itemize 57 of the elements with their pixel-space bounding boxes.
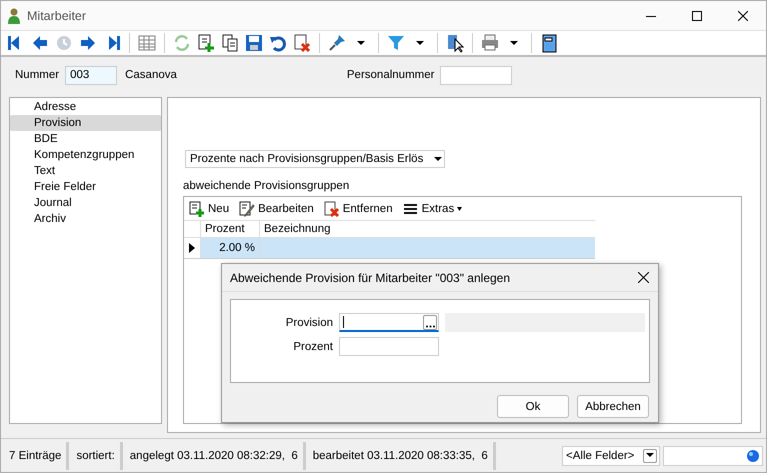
sidebar-item[interactable]: BDE — [10, 131, 161, 147]
sidebar-item[interactable]: Archiv — [10, 211, 161, 227]
save-icon[interactable] — [244, 33, 264, 53]
row-pointer-icon — [189, 243, 195, 253]
globe-icon[interactable] — [746, 448, 760, 462]
mode-dropdown[interactable]: Prozente nach Provisionsgruppen/Basis Erlös — [185, 150, 445, 168]
new-record-icon[interactable] — [196, 33, 216, 53]
table-cell: 2.00 % — [201, 238, 260, 258]
status-text: bearbeitet 03.11.2020 08:33:35, 6 — [308, 442, 496, 470]
dropdown-arrow-icon — [434, 156, 442, 162]
maximize-icon — [692, 10, 702, 20]
new-button[interactable]: Neu — [189, 200, 230, 216]
dialog-title: Abweichende Provision für Mitarbeiter "003" anlegen — [230, 270, 512, 284]
sidebar-item[interactable]: Journal — [10, 195, 161, 211]
lookup-field[interactable] — [339, 313, 439, 332]
status-text: sortiert: — [72, 442, 123, 470]
next-record-icon[interactable] — [78, 33, 98, 53]
field-label: Provision — [284, 316, 333, 328]
field-filter-dropdown[interactable]: <Alle Felder> — [562, 446, 660, 466]
sidebar-item[interactable]: Freie Felder — [10, 179, 161, 195]
employee-name: Casanova — [125, 69, 177, 81]
cancel-button[interactable]: Abbrechen — [577, 395, 649, 418]
window-title: Mitarbeiter — [27, 8, 88, 22]
pin-icon[interactable] — [327, 33, 347, 53]
sidebar-item[interactable]: Adresse — [10, 99, 161, 115]
new-icon — [189, 200, 205, 216]
column-header: Bezeichnung — [263, 222, 332, 237]
nummer-label: Nummer — [15, 69, 60, 81]
printer-icon[interactable] — [480, 33, 500, 53]
delete-button[interactable]: Entfernen — [324, 200, 393, 216]
sidebar-item[interactable]: Kompetenzgruppen — [10, 147, 161, 163]
field-label: Prozent — [292, 340, 333, 352]
edit-icon — [239, 200, 256, 216]
status-text: angelegt 03.11.2020 08:32:29, 6 — [126, 442, 306, 470]
sidebar-item[interactable]: Provision — [10, 115, 161, 131]
group-label: abweichende Provisionsgruppen — [183, 180, 350, 192]
delete-icon — [324, 200, 340, 216]
select-icon[interactable] — [445, 33, 465, 53]
nummer-field[interactable]: 003 — [65, 66, 118, 84]
sidebar-item[interactable]: Text — [10, 163, 161, 179]
search-field[interactable] — [663, 446, 763, 466]
personalnummer-field[interactable] — [440, 66, 512, 84]
status-text: 7 Einträge — [5, 442, 70, 470]
caret-icon — [457, 206, 464, 210]
table-icon[interactable] — [137, 33, 157, 53]
extras-menu-button[interactable]: Extras — [402, 200, 464, 216]
browse-icon[interactable] — [423, 314, 437, 330]
delete-record-icon[interactable] — [292, 33, 312, 53]
ok-button[interactable]: Ok — [497, 395, 569, 418]
copy-icon[interactable] — [220, 33, 240, 53]
person-icon — [7, 8, 21, 24]
personalnummer-label: Personalnummer — [346, 69, 434, 81]
input-field[interactable] — [339, 337, 439, 356]
column-header: Prozent — [201, 221, 260, 237]
close-icon — [638, 272, 648, 283]
edit-button[interactable]: Bearbeiten — [239, 200, 314, 216]
close-icon — [738, 10, 748, 20]
